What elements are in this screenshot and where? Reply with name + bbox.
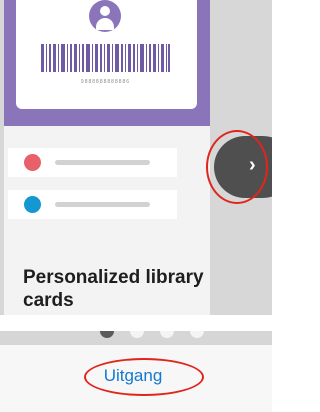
avatar-head (100, 6, 110, 16)
onboarding-footer: Uitgang (0, 331, 272, 412)
pagination-dots (0, 331, 272, 345)
card-header: 9888888888886 (4, 0, 210, 126)
exit-button[interactable]: Uitgang (70, 361, 196, 391)
library-card-illustration: 9888888888886 (16, 0, 197, 109)
barcode-icon (41, 44, 170, 72)
page-dot[interactable] (160, 331, 174, 338)
feature-caption: Personalized library cards (23, 267, 204, 311)
user-avatar-icon (89, 0, 121, 32)
chevron-right-icon: › (249, 154, 256, 176)
onboarding-slide: 9888888888886 › Personalized library car… (0, 0, 272, 315)
red-dot-icon (24, 154, 41, 171)
page-dot[interactable] (190, 331, 204, 338)
placeholder-line (55, 202, 150, 207)
barcode-number: 9888888888886 (80, 79, 131, 85)
page-dot[interactable] (130, 331, 144, 338)
blue-dot-icon (24, 196, 41, 213)
list-item (8, 190, 177, 219)
page-dot-active[interactable] (100, 331, 114, 338)
avatar-body (96, 18, 114, 30)
placeholder-line (55, 160, 150, 165)
next-slide-button[interactable]: › (214, 136, 272, 198)
list-item (8, 148, 177, 177)
screenshot-divider (0, 315, 272, 331)
